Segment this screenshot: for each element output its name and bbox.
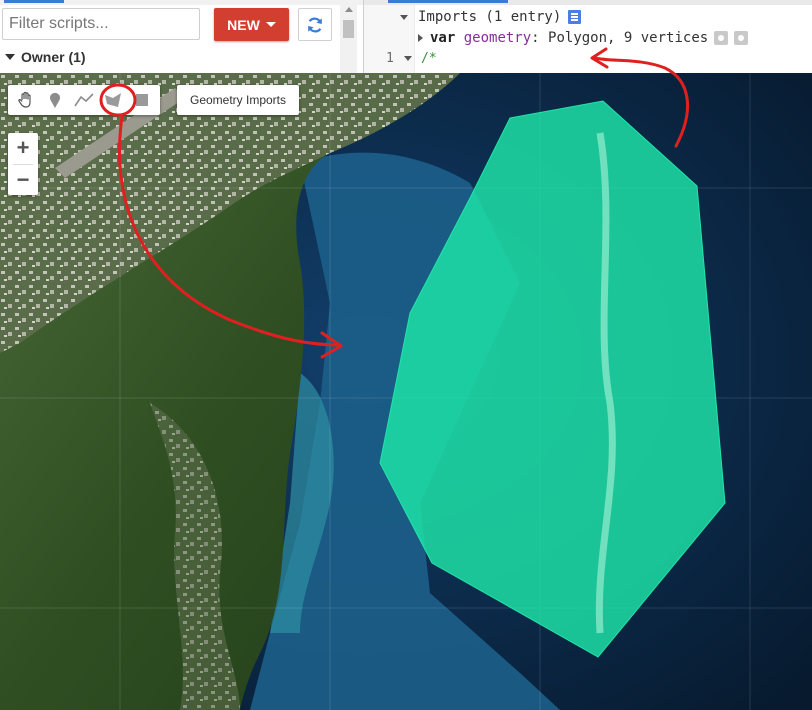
editor-tab-indicator xyxy=(388,0,508,3)
line-number: 1 xyxy=(386,51,394,66)
zoom-out-button[interactable]: − xyxy=(8,165,38,195)
filter-scripts-input[interactable] xyxy=(2,8,200,40)
document-icon[interactable] xyxy=(568,10,582,24)
scripts-scrollbar[interactable] xyxy=(340,0,357,73)
line-icon xyxy=(73,93,94,107)
geometry-imports-button[interactable]: Geometry Imports xyxy=(177,85,299,115)
scripts-panel: NEW Owner (1) xyxy=(0,0,364,73)
pan-tool-button[interactable] xyxy=(11,85,40,115)
editor-tab-strip xyxy=(364,0,812,5)
imports-header-label: Imports (1 entry) xyxy=(418,9,562,25)
zoom-control: + − xyxy=(8,133,38,195)
geometry-import-entry[interactable]: var geometry: Polygon, 9 vertices xyxy=(418,30,749,46)
scroll-up-icon[interactable] xyxy=(345,7,353,12)
new-button-label: NEW xyxy=(227,16,260,33)
expand-triangle-icon[interactable] xyxy=(418,34,423,42)
import-type-description: : Polygon, 9 vertices xyxy=(531,30,709,46)
refresh-icon xyxy=(308,17,322,32)
draw-rectangle-button[interactable] xyxy=(127,85,156,115)
zoom-in-button[interactable]: + xyxy=(8,133,38,163)
import-variable-name[interactable]: geometry xyxy=(464,30,531,46)
active-tab-indicator xyxy=(4,0,64,3)
panel-tab-strip xyxy=(0,0,363,5)
owner-group-label: Owner (1) xyxy=(21,49,86,65)
caret-down-icon xyxy=(265,22,276,27)
code-editor[interactable]: 1 Imports (1 entry) var geometry: Polygo… xyxy=(364,0,812,73)
import-keyword: var xyxy=(430,30,456,46)
fold-arrow-icon[interactable] xyxy=(404,56,412,61)
code-line: /* xyxy=(421,51,437,66)
draw-polygon-button[interactable] xyxy=(98,85,127,115)
new-script-button[interactable]: NEW xyxy=(214,8,289,41)
draw-line-button[interactable] xyxy=(69,85,98,115)
add-marker-button[interactable] xyxy=(40,85,69,115)
hand-icon xyxy=(17,91,31,108)
drawing-toolbar xyxy=(8,85,160,115)
inspect-icon[interactable] xyxy=(734,31,749,45)
collapse-triangle-icon[interactable] xyxy=(400,14,408,20)
satellite-basemap[interactable] xyxy=(0,73,812,710)
settings-icon[interactable] xyxy=(714,31,729,45)
refresh-button[interactable] xyxy=(298,8,332,41)
owner-group-toggle[interactable]: Owner (1) xyxy=(5,49,86,65)
scroll-thumb[interactable] xyxy=(343,20,354,38)
expand-triangle-icon xyxy=(5,54,15,60)
rectangle-icon xyxy=(135,94,148,106)
marker-icon xyxy=(49,92,60,108)
map-view[interactable]: Geometry Imports + − xyxy=(0,73,812,710)
polygon-icon xyxy=(104,93,121,107)
imports-header[interactable]: Imports (1 entry) xyxy=(400,9,582,25)
